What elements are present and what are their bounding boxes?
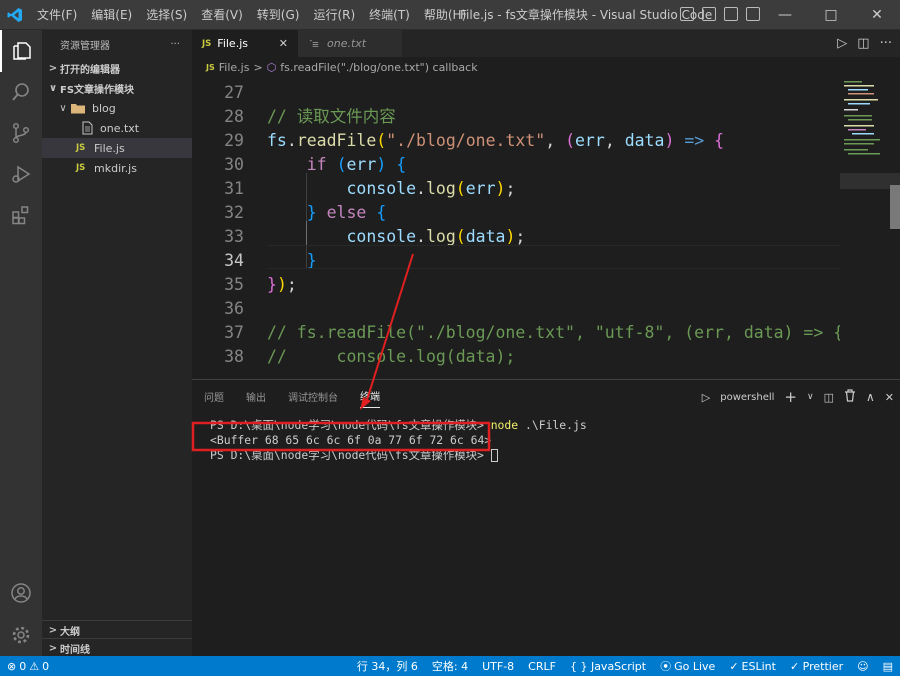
error-count: 0 xyxy=(19,659,27,673)
highlight-box xyxy=(191,421,491,452)
eslint-status[interactable]: ✓ ESLint xyxy=(722,658,783,674)
cursor-position[interactable]: 行 34，列 6 xyxy=(350,658,425,674)
go-live-label: Go Live xyxy=(674,659,716,673)
go-live-button[interactable]: ⦿ Go Live xyxy=(653,658,722,674)
arrow-head xyxy=(360,397,371,410)
problems-indicator[interactable]: ⊗ 0 ⚠ 0 xyxy=(0,660,56,673)
indentation[interactable]: 空格: 4 xyxy=(425,658,475,674)
broadcast-icon: ⦿ xyxy=(660,660,672,673)
language-mode[interactable]: { } JavaScript xyxy=(563,658,653,674)
annotation-overlay xyxy=(191,253,491,452)
notifications-icon[interactable]: ▤ xyxy=(876,658,900,674)
error-icon: ⊗ xyxy=(7,659,17,673)
feedback-icon[interactable]: ☺ xyxy=(850,658,875,674)
annotation-arrow xyxy=(365,253,414,404)
eslint-label: ESLint xyxy=(741,659,776,673)
status-right: 行 34，列 6 空格: 4 UTF-8 CRLF { } JavaScript… xyxy=(350,658,900,674)
double-check-icon: ✓ xyxy=(729,659,739,673)
status-bar: ⊗ 0 ⚠ 0 行 34，列 6 空格: 4 UTF-8 CRLF { } Java… xyxy=(0,656,900,676)
line-ending[interactable]: CRLF xyxy=(521,658,563,674)
prettier-status[interactable]: ✓ Prettier xyxy=(783,658,850,674)
warning-icon: ⚠ xyxy=(29,659,40,673)
encoding[interactable]: UTF-8 xyxy=(475,658,521,674)
warning-count: 0 xyxy=(42,659,50,673)
